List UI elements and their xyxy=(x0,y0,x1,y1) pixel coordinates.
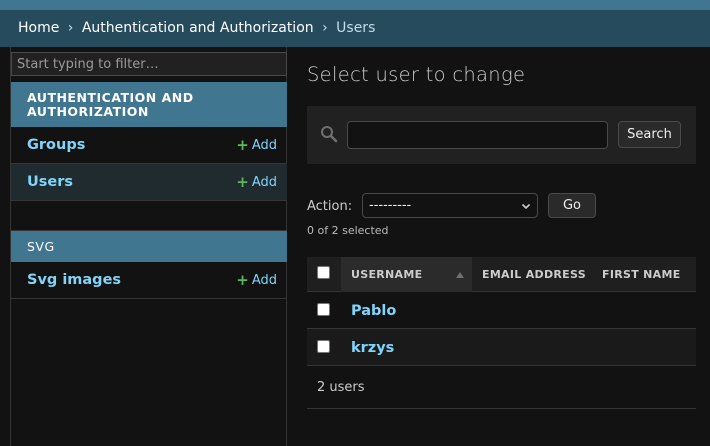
result-list-table: USERNAME EMAIL ADDRESS FIRST NAME Pablo … xyxy=(307,257,696,409)
search-icon xyxy=(321,126,338,143)
column-header-email[interactable]: EMAIL ADDRESS xyxy=(472,257,592,292)
breadcrumb-app[interactable]: Authentication and Authorization xyxy=(82,20,314,36)
plus-icon: + xyxy=(236,136,249,154)
breadcrumb-home[interactable]: Home xyxy=(18,20,59,36)
table-row: krzys xyxy=(307,329,696,366)
nav-sidebar: AUTHENTICATION AND AUTHORIZATION Groups … xyxy=(10,47,287,446)
model-link-groups[interactable]: Groups xyxy=(27,137,85,153)
column-header-first-name[interactable]: FIRST NAME xyxy=(592,257,696,292)
action-label: Action: xyxy=(307,199,353,214)
paginator: 2 users xyxy=(307,366,696,409)
app-caption-auth[interactable]: AUTHENTICATION AND AUTHORIZATION xyxy=(11,82,287,127)
row-checkbox[interactable] xyxy=(317,303,330,316)
page-title: Select user to change xyxy=(307,63,526,86)
column-header-username[interactable]: USERNAME xyxy=(341,257,472,292)
add-label: Add xyxy=(251,272,277,288)
column-label: EMAIL ADDRESS xyxy=(482,268,586,281)
add-svg-images-button[interactable]: + Add xyxy=(236,271,277,289)
chevron-down-icon xyxy=(521,203,531,209)
sidebar-divider xyxy=(11,201,287,231)
search-input[interactable] xyxy=(347,121,608,149)
table-row: Pablo xyxy=(307,292,696,329)
select-all-checkbox[interactable] xyxy=(317,266,330,279)
plus-icon: + xyxy=(236,173,249,191)
nav-filter-input[interactable] xyxy=(11,52,287,76)
search-button[interactable]: Search xyxy=(618,121,681,148)
add-groups-button[interactable]: + Add xyxy=(236,136,277,154)
action-select-value: --------- xyxy=(369,198,412,213)
username-link[interactable]: krzys xyxy=(351,329,394,366)
breadcrumb-separator: › xyxy=(322,20,328,36)
add-label: Add xyxy=(251,174,277,190)
app-caption-label: SVG xyxy=(27,238,55,254)
model-link-svg-images[interactable]: Svg images xyxy=(27,272,121,288)
breadcrumb-separator: › xyxy=(67,20,74,36)
add-users-button[interactable]: + Add xyxy=(236,173,277,191)
action-select[interactable]: --------- xyxy=(362,193,538,218)
row-checkbox[interactable] xyxy=(317,340,330,353)
sidebar-item-groups: Groups + Add xyxy=(11,127,287,164)
app-caption-label: AUTHENTICATION AND AUTHORIZATION xyxy=(27,89,194,119)
breadcrumb-current: Users xyxy=(336,20,376,36)
add-label: Add xyxy=(251,137,277,153)
column-label: FIRST NAME xyxy=(602,268,681,281)
header-bar xyxy=(0,0,710,10)
table-header: USERNAME EMAIL ADDRESS FIRST NAME xyxy=(307,257,696,292)
app-caption-svg[interactable]: SVG xyxy=(11,231,287,262)
sidebar-item-users: Users + Add xyxy=(11,164,287,201)
plus-icon: + xyxy=(236,271,249,289)
sort-ascending-icon[interactable] xyxy=(456,272,464,278)
breadcrumb: Home › Authentication and Authorization … xyxy=(0,10,710,47)
username-link[interactable]: Pablo xyxy=(351,292,396,329)
model-link-users[interactable]: Users xyxy=(27,174,73,190)
sidebar-item-svg-images: Svg images + Add xyxy=(11,262,287,299)
changelist-search: Search xyxy=(307,106,696,164)
content-main: Select user to change Search Action: ---… xyxy=(287,47,710,446)
go-button[interactable]: Go xyxy=(548,193,596,218)
action-counter: 0 of 2 selected xyxy=(307,224,389,237)
column-label: USERNAME xyxy=(351,268,423,281)
